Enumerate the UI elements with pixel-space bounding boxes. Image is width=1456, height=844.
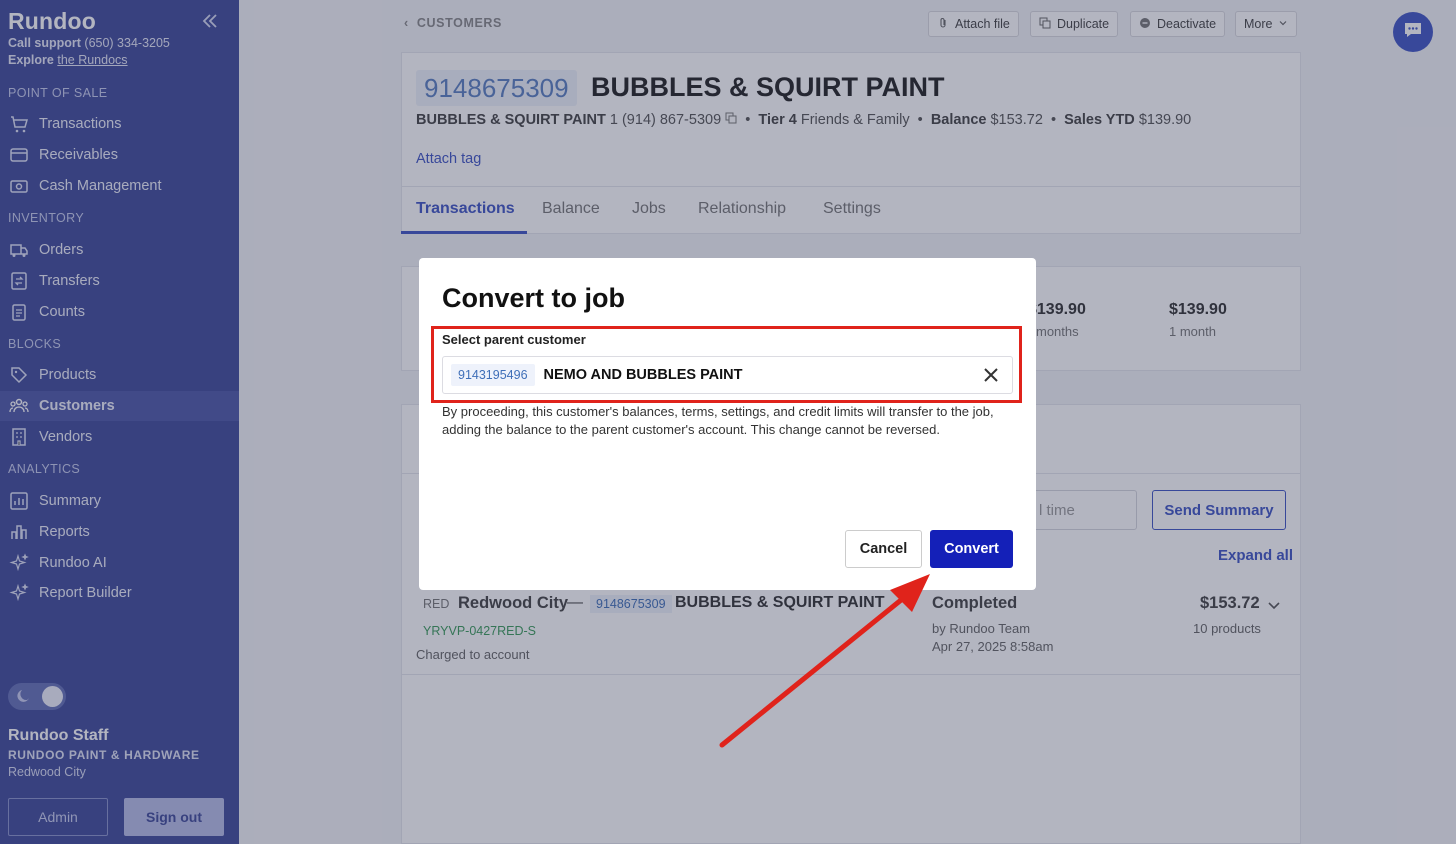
convert-button[interactable]: Convert (930, 530, 1013, 568)
clear-icon[interactable] (982, 366, 1000, 389)
convert-to-job-dialog: Convert to job Select parent customer 91… (419, 258, 1036, 590)
selected-customer-id: 9143195496 (451, 364, 535, 386)
cancel-button[interactable]: Cancel (845, 530, 922, 568)
dialog-title: Convert to job (442, 283, 625, 313)
parent-customer-label: Select parent customer (442, 332, 586, 347)
conversion-warning: By proceeding, this customer's balances,… (442, 404, 994, 437)
selected-customer-name: NEMO AND BUBBLES PAINT (543, 367, 743, 383)
parent-customer-select[interactable]: 9143195496 NEMO AND BUBBLES PAINT (442, 356, 1013, 394)
